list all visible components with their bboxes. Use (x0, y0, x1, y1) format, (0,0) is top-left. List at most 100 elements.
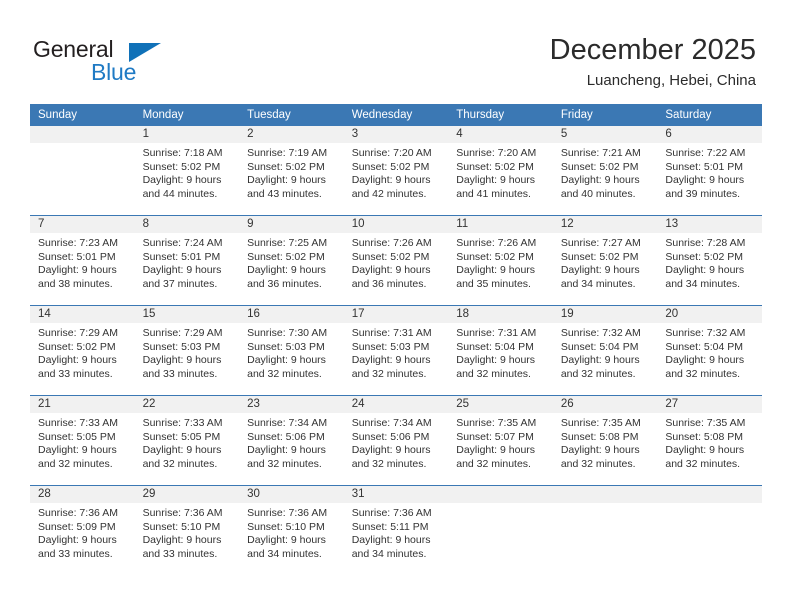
daylight-text: Daylight: 9 hours (142, 174, 222, 187)
day-number: 30 (239, 486, 344, 503)
daylight-text-cont: and 32 minutes. (38, 457, 113, 470)
calendar-day-cell[interactable]: 28 Sunrise: 7:36 AM Sunset: 5:09 PM Dayligh… (30, 485, 135, 575)
calendar-day-cell[interactable]: 14 Sunrise: 7:29 AM Sunset: 5:02 PM Dayligh… (30, 305, 135, 396)
daylight-text: Daylight: 9 hours (247, 174, 326, 187)
calendar-day-cell[interactable]: 31 Sunrise: 7:36 AM Sunset: 5:11 PM Dayligh… (343, 485, 449, 575)
daylight-text-cont: and 34 minutes. (351, 547, 427, 560)
sunrise-text: Sunrise: 7:22 AM (665, 147, 746, 159)
sunrise-text: Sunrise: 7:19 AM (247, 147, 328, 159)
sunset-text: Sunset: 5:10 PM (142, 520, 221, 533)
calendar-day-cell[interactable]: 1 Sunrise: 7:18 AM Sunset: 5:02 PM Daylight… (134, 126, 240, 216)
day-number: 16 (239, 306, 344, 323)
daylight-text-cont: and 32 minutes. (247, 457, 322, 470)
calendar-day-cell[interactable]: 22 Sunrise: 7:33 AM Sunset: 5:05 PM Dayligh… (134, 395, 240, 486)
weekday-header-tuesday: Tuesday (239, 104, 344, 126)
day-number: 25 (448, 396, 553, 413)
calendar-day-cell[interactable]: 6 Sunrise: 7:22 AM Sunset: 5:01 PM Daylight… (657, 126, 762, 216)
daylight-text: Daylight: 9 hours (665, 354, 745, 367)
sunset-text: Sunset: 5:02 PM (351, 160, 430, 173)
daylight-text-cont: and 37 minutes. (142, 277, 218, 290)
calendar-day-cell[interactable] (552, 485, 658, 575)
sunrise-text: Sunrise: 7:18 AM (142, 147, 223, 159)
sunrise-text: Sunrise: 7:23 AM (38, 237, 118, 249)
calendar-day-cell[interactable]: 15 Sunrise: 7:29 AM Sunset: 5:03 PM Dayligh… (134, 305, 240, 396)
calendar-day-cell[interactable]: 19 Sunrise: 7:32 AM Sunset: 5:04 PM Dayligh… (552, 305, 658, 396)
weekday-header-monday: Monday (134, 104, 240, 126)
sunrise-text: Sunrise: 7:21 AM (560, 147, 641, 159)
daylight-text: Daylight: 9 hours (560, 354, 640, 367)
calendar-day-cell[interactable]: 11 Sunrise: 7:26 AM Sunset: 5:02 PM Dayligh… (448, 215, 553, 306)
daylight-text-cont: and 33 minutes. (38, 367, 113, 380)
calendar-day-cell[interactable]: 26 Sunrise: 7:35 AM Sunset: 5:08 PM Dayligh… (552, 395, 658, 486)
daylight-text: Daylight: 9 hours (351, 534, 431, 547)
calendar-day-cell[interactable]: 18 Sunrise: 7:31 AM Sunset: 5:04 PM Dayligh… (448, 305, 553, 396)
sunset-text: Sunset: 5:02 PM (560, 250, 639, 263)
calendar-day-cell[interactable]: 2 Sunrise: 7:19 AM Sunset: 5:02 PM Daylight… (239, 126, 344, 216)
daylight-text: Daylight: 9 hours (456, 174, 536, 187)
sunrise-text: Sunrise: 7:25 AM (247, 237, 328, 249)
calendar-day-cell[interactable]: 16 Sunrise: 7:30 AM Sunset: 5:03 PM Dayligh… (239, 305, 344, 396)
general-blue-logo[interactable]: General Blue (33, 36, 233, 92)
daylight-text-cont: and 36 minutes. (247, 277, 322, 290)
day-number: 31 (343, 486, 449, 503)
daylight-text-cont: and 32 minutes. (142, 457, 218, 470)
calendar-day-cell[interactable]: 30 Sunrise: 7:36 AM Sunset: 5:10 PM Dayligh… (239, 485, 344, 575)
calendar-day-cell[interactable] (448, 485, 553, 575)
calendar-day-cell[interactable]: 10 Sunrise: 7:26 AM Sunset: 5:02 PM Dayligh… (343, 215, 449, 306)
calendar-week-row: 28 Sunrise: 7:36 AM Sunset: 5:09 PM Dayligh… (30, 485, 762, 575)
day-number: 24 (343, 396, 449, 413)
day-number: 4 (448, 126, 553, 143)
day-number (657, 486, 762, 503)
day-number: 8 (134, 216, 240, 233)
page-header: General Blue December 2025 Luancheng, He… (0, 0, 792, 104)
calendar-day-cell[interactable] (657, 485, 762, 575)
sunrise-text: Sunrise: 7:26 AM (456, 237, 537, 249)
day-number: 22 (134, 396, 240, 413)
daylight-text-cont: and 33 minutes. (142, 547, 218, 560)
daylight-text: Daylight: 9 hours (665, 174, 745, 187)
calendar-day-cell[interactable]: 13 Sunrise: 7:28 AM Sunset: 5:02 PM Dayligh… (657, 215, 762, 306)
calendar-day-cell[interactable]: 20 Sunrise: 7:32 AM Sunset: 5:04 PM Dayligh… (657, 305, 762, 396)
calendar-day-cell[interactable]: 12 Sunrise: 7:27 AM Sunset: 5:02 PM Dayligh… (552, 215, 658, 306)
calendar-day-cell[interactable]: 23 Sunrise: 7:34 AM Sunset: 5:06 PM Dayligh… (239, 395, 344, 486)
calendar-day-cell[interactable]: 25 Sunrise: 7:35 AM Sunset: 5:07 PM Dayligh… (448, 395, 553, 486)
calendar-day-cell[interactable]: 9 Sunrise: 7:25 AM Sunset: 5:02 PM Daylight… (239, 215, 344, 306)
sunset-text: Sunset: 5:02 PM (665, 250, 744, 263)
day-number: 2 (239, 126, 344, 143)
day-number: 20 (657, 306, 762, 323)
calendar-day-cell[interactable]: 24 Sunrise: 7:34 AM Sunset: 5:06 PM Dayligh… (343, 395, 449, 486)
sunset-text: Sunset: 5:02 PM (456, 160, 534, 173)
sunset-text: Sunset: 5:06 PM (247, 430, 325, 443)
calendar-body: 1 Sunrise: 7:18 AM Sunset: 5:02 PM Daylight… (30, 126, 762, 575)
daylight-text: Daylight: 9 hours (560, 174, 640, 187)
day-number: 17 (343, 306, 449, 323)
daylight-text-cont: and 32 minutes. (456, 457, 531, 470)
calendar-day-cell[interactable]: 3 Sunrise: 7:20 AM Sunset: 5:02 PM Daylight… (343, 126, 449, 216)
sunset-text: Sunset: 5:08 PM (665, 430, 744, 443)
sunrise-text: Sunrise: 7:31 AM (351, 327, 432, 339)
calendar-day-cell[interactable]: 4 Sunrise: 7:20 AM Sunset: 5:02 PM Daylight… (448, 126, 553, 216)
page-title: December 2025 (549, 34, 756, 66)
calendar-day-cell[interactable]: 5 Sunrise: 7:21 AM Sunset: 5:02 PM Daylight… (552, 126, 658, 216)
sunrise-text: Sunrise: 7:36 AM (247, 507, 328, 519)
calendar-day-cell[interactable]: 7 Sunrise: 7:23 AM Sunset: 5:01 PM Daylight… (30, 215, 135, 306)
daylight-text: Daylight: 9 hours (247, 264, 326, 277)
calendar-day-cell[interactable]: 21 Sunrise: 7:33 AM Sunset: 5:05 PM Dayligh… (30, 395, 135, 486)
day-number: 19 (552, 306, 658, 323)
sunset-text: Sunset: 5:02 PM (351, 250, 430, 263)
calendar-day-cell[interactable]: 8 Sunrise: 7:24 AM Sunset: 5:01 PM Daylight… (134, 215, 240, 306)
sunset-text: Sunset: 5:02 PM (247, 160, 325, 173)
calendar-day-cell[interactable]: 29 Sunrise: 7:36 AM Sunset: 5:10 PM Dayligh… (134, 485, 240, 575)
day-number: 29 (134, 486, 240, 503)
daylight-text-cont: and 34 minutes. (560, 277, 636, 290)
sunrise-text: Sunrise: 7:33 AM (38, 417, 118, 429)
calendar-day-cell[interactable] (30, 126, 135, 216)
day-number (30, 126, 135, 143)
sunrise-text: Sunrise: 7:35 AM (665, 417, 746, 429)
sunset-text: Sunset: 5:04 PM (665, 340, 744, 353)
sunrise-text: Sunrise: 7:27 AM (560, 237, 641, 249)
calendar-day-cell[interactable]: 17 Sunrise: 7:31 AM Sunset: 5:03 PM Dayligh… (343, 305, 449, 396)
daylight-text: Daylight: 9 hours (38, 354, 117, 367)
calendar-day-cell[interactable]: 27 Sunrise: 7:35 AM Sunset: 5:08 PM Dayligh… (657, 395, 762, 486)
sunset-text: Sunset: 5:03 PM (351, 340, 430, 353)
